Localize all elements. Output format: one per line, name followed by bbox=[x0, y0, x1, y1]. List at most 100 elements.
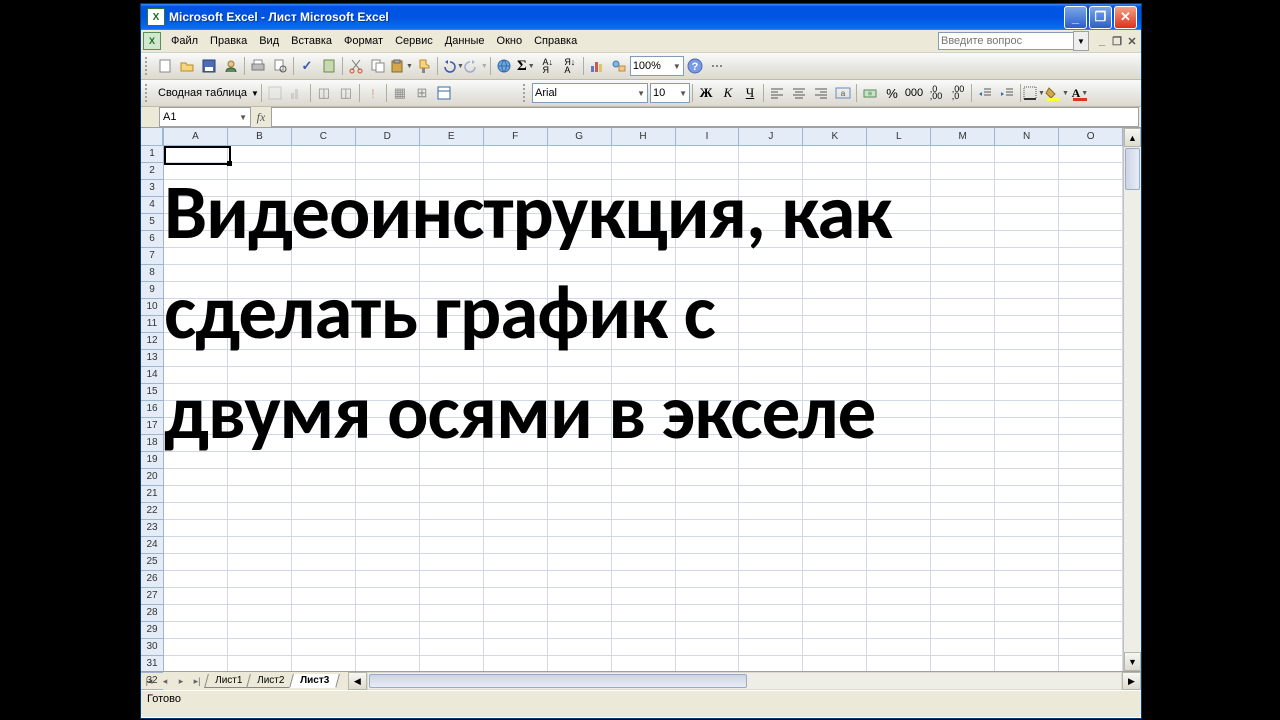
row-header[interactable]: 16 bbox=[141, 401, 163, 418]
cell[interactable] bbox=[676, 146, 740, 162]
column-header[interactable]: H bbox=[612, 128, 676, 145]
column-header[interactable]: C bbox=[292, 128, 356, 145]
print-button[interactable] bbox=[247, 55, 269, 77]
cell[interactable] bbox=[484, 571, 548, 587]
increase-indent-button[interactable] bbox=[996, 82, 1018, 104]
drawing-button[interactable] bbox=[608, 55, 630, 77]
cell[interactable] bbox=[1059, 146, 1123, 162]
help-search-input[interactable] bbox=[938, 32, 1074, 50]
scroll-right-icon[interactable]: ▶ bbox=[1122, 672, 1141, 690]
cell[interactable] bbox=[292, 656, 356, 671]
cell[interactable] bbox=[164, 503, 228, 519]
cell[interactable] bbox=[995, 418, 1059, 434]
cell[interactable] bbox=[484, 537, 548, 553]
currency-button[interactable] bbox=[859, 82, 881, 104]
cell[interactable] bbox=[803, 554, 867, 570]
row-header[interactable]: 30 bbox=[141, 639, 163, 656]
cell[interactable] bbox=[548, 469, 612, 485]
cell[interactable] bbox=[995, 180, 1059, 196]
row-header[interactable]: 12 bbox=[141, 333, 163, 350]
menu-window[interactable]: Окно bbox=[491, 33, 529, 49]
percent-button[interactable]: % bbox=[881, 82, 903, 104]
cell[interactable] bbox=[803, 146, 867, 162]
cell[interactable] bbox=[164, 639, 228, 655]
cell[interactable] bbox=[228, 537, 292, 553]
paste-button[interactable]: ▼ bbox=[389, 55, 413, 77]
cell[interactable] bbox=[867, 486, 931, 502]
sort-asc-button[interactable]: А↓Я bbox=[537, 55, 559, 77]
cell[interactable] bbox=[739, 503, 803, 519]
cell[interactable] bbox=[803, 605, 867, 621]
cell[interactable] bbox=[484, 486, 548, 502]
cell[interactable] bbox=[995, 503, 1059, 519]
cell[interactable] bbox=[931, 520, 995, 536]
cell[interactable] bbox=[164, 656, 228, 671]
pivot-include-button[interactable]: ▦ bbox=[389, 82, 411, 104]
cell[interactable] bbox=[867, 146, 931, 162]
cut-button[interactable] bbox=[345, 55, 367, 77]
cell[interactable] bbox=[995, 214, 1059, 230]
cell[interactable] bbox=[1059, 656, 1123, 671]
pivot-hide-detail-button[interactable]: ◫ bbox=[313, 82, 335, 104]
cell[interactable] bbox=[420, 571, 484, 587]
cell[interactable] bbox=[356, 520, 420, 536]
cell[interactable] bbox=[292, 469, 356, 485]
column-header[interactable]: K bbox=[803, 128, 867, 145]
underline-button[interactable]: Ч bbox=[739, 82, 761, 104]
cell[interactable] bbox=[484, 503, 548, 519]
cell[interactable] bbox=[995, 197, 1059, 213]
column-header[interactable]: G bbox=[548, 128, 612, 145]
cell[interactable] bbox=[1059, 605, 1123, 621]
chart-wizard-button[interactable] bbox=[586, 55, 608, 77]
cell[interactable] bbox=[676, 588, 740, 604]
open-button[interactable] bbox=[176, 55, 198, 77]
tab-nav-last-icon[interactable]: ▸| bbox=[189, 673, 205, 689]
row-header[interactable]: 1 bbox=[141, 146, 163, 163]
column-header[interactable]: M bbox=[931, 128, 995, 145]
cell[interactable] bbox=[292, 571, 356, 587]
cell[interactable] bbox=[995, 231, 1059, 247]
row-header[interactable]: 3 bbox=[141, 180, 163, 197]
cell[interactable] bbox=[676, 520, 740, 536]
menu-edit[interactable]: Правка bbox=[204, 33, 253, 49]
decrease-decimal-button[interactable]: ,00,0 bbox=[947, 82, 969, 104]
cell[interactable] bbox=[356, 639, 420, 655]
cell[interactable] bbox=[995, 333, 1059, 349]
cell[interactable] bbox=[420, 588, 484, 604]
row-header[interactable]: 17 bbox=[141, 418, 163, 435]
cell[interactable] bbox=[931, 486, 995, 502]
cell[interactable] bbox=[995, 622, 1059, 638]
align-right-button[interactable] bbox=[810, 82, 832, 104]
cell[interactable] bbox=[484, 588, 548, 604]
cell[interactable] bbox=[292, 537, 356, 553]
cell[interactable] bbox=[995, 537, 1059, 553]
help-button[interactable]: ? bbox=[684, 55, 706, 77]
menu-view[interactable]: Вид bbox=[253, 33, 285, 49]
cell[interactable] bbox=[612, 520, 676, 536]
row-header[interactable]: 21 bbox=[141, 486, 163, 503]
row-header[interactable]: 18 bbox=[141, 435, 163, 452]
cell[interactable] bbox=[420, 520, 484, 536]
cell[interactable] bbox=[995, 520, 1059, 536]
cell[interactable] bbox=[995, 554, 1059, 570]
font-combo[interactable]: Arial▼ bbox=[532, 83, 648, 103]
menu-insert[interactable]: Вставка bbox=[285, 33, 338, 49]
cell[interactable] bbox=[612, 554, 676, 570]
align-center-button[interactable] bbox=[788, 82, 810, 104]
row-header[interactable]: 31 bbox=[141, 656, 163, 673]
cell[interactable] bbox=[164, 622, 228, 638]
cell[interactable] bbox=[1059, 163, 1123, 179]
cell[interactable] bbox=[803, 537, 867, 553]
cell[interactable] bbox=[356, 605, 420, 621]
cell[interactable] bbox=[356, 469, 420, 485]
cell[interactable] bbox=[1059, 435, 1123, 451]
row-header[interactable]: 27 bbox=[141, 588, 163, 605]
cell[interactable] bbox=[1059, 537, 1123, 553]
cell[interactable] bbox=[1059, 350, 1123, 366]
cell[interactable] bbox=[356, 537, 420, 553]
doc-minimize-button[interactable]: _ bbox=[1095, 35, 1109, 47]
cell[interactable] bbox=[676, 469, 740, 485]
cell[interactable] bbox=[739, 537, 803, 553]
row-header[interactable]: 14 bbox=[141, 367, 163, 384]
comma-button[interactable]: 000 bbox=[903, 82, 925, 104]
